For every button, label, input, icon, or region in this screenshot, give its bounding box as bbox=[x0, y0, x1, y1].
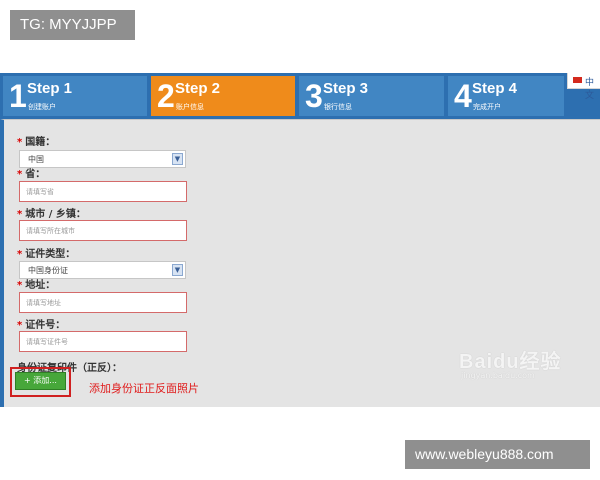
city-input[interactable]: 请填写所在城市 bbox=[19, 220, 187, 241]
id-type-label-text: 证件类型： bbox=[25, 249, 76, 260]
add-file-button[interactable]: + 添加... bbox=[15, 372, 66, 390]
step-2-title: Step 2 bbox=[175, 80, 221, 97]
step-progress-bar: 1 Step 1 创建账户 2 Step 2 账户信息 3 Step 3 银行信… bbox=[0, 73, 600, 119]
province-label-text: 省： bbox=[25, 169, 46, 180]
province-placeholder: 请填写省 bbox=[26, 188, 54, 196]
step-2-number: 2 bbox=[157, 78, 175, 114]
nationality-value: 中国 bbox=[28, 155, 44, 164]
city-label-text: 城市 / 乡镇： bbox=[25, 209, 86, 220]
address-input[interactable]: 请填写地址 bbox=[19, 292, 187, 313]
language-switch[interactable]: 中文 bbox=[567, 73, 600, 101]
baidu-watermark: Baidu经验 jingyan.baidu.com bbox=[459, 345, 569, 385]
id-number-input[interactable]: 请填写证件号 bbox=[19, 331, 187, 352]
nationality-select[interactable]: 中国 ▼ bbox=[19, 150, 186, 168]
step-1-title: Step 1 bbox=[27, 80, 73, 97]
province-label: * 省： bbox=[17, 169, 45, 181]
required-mark: * bbox=[17, 320, 23, 331]
step-4-number: 4 bbox=[454, 78, 472, 114]
nationality-label-text: 国籍： bbox=[25, 137, 56, 148]
nationality-label: * 国籍： bbox=[17, 137, 55, 149]
chevron-down-icon[interactable]: ▼ bbox=[172, 153, 183, 165]
step-1-tab[interactable]: 1 Step 1 创建账户 bbox=[3, 76, 147, 116]
plus-icon: + bbox=[24, 376, 31, 385]
step-3-number: 3 bbox=[305, 78, 323, 114]
site-label: www.webleyu888.com bbox=[405, 440, 590, 469]
required-mark: * bbox=[17, 249, 23, 260]
id-type-value: 中国身份证 bbox=[28, 266, 68, 275]
city-placeholder: 请填写所在城市 bbox=[26, 227, 75, 235]
required-mark: * bbox=[17, 280, 23, 291]
id-number-label-text: 证件号： bbox=[25, 320, 66, 331]
id-type-label: * 证件类型： bbox=[17, 249, 75, 261]
required-mark: * bbox=[17, 137, 23, 148]
step-3-title: Step 3 bbox=[323, 80, 369, 97]
step-3-subtitle: 银行信息 bbox=[324, 103, 352, 111]
address-label-text: 地址： bbox=[25, 280, 56, 291]
step-4-tab[interactable]: 4 Step 4 完成开户 bbox=[448, 76, 564, 116]
china-flag-icon bbox=[573, 77, 582, 83]
required-mark: * bbox=[17, 209, 23, 220]
step-2-tab[interactable]: 2 Step 2 账户信息 bbox=[151, 76, 295, 116]
add-file-button-label: 添加... bbox=[33, 376, 57, 385]
step-3-tab[interactable]: 3 Step 3 银行信息 bbox=[299, 76, 444, 116]
step-4-subtitle: 完成开户 bbox=[473, 103, 501, 111]
overlay-tag: TG: MYYJJPP bbox=[10, 10, 135, 40]
address-placeholder: 请填写地址 bbox=[26, 299, 61, 307]
id-number-placeholder: 请填写证件号 bbox=[26, 338, 68, 346]
chevron-down-icon[interactable]: ▼ bbox=[172, 264, 183, 276]
required-mark: * bbox=[17, 169, 23, 180]
watermark-url: jingyan.baidu.com bbox=[461, 371, 535, 380]
province-input[interactable]: 请填写省 bbox=[19, 181, 187, 202]
language-label: 中文 bbox=[585, 78, 595, 101]
step-2-subtitle: 账户信息 bbox=[176, 103, 204, 111]
step-1-subtitle: 创建账户 bbox=[28, 103, 56, 111]
id-type-select[interactable]: 中国身份证 ▼ bbox=[19, 261, 186, 279]
screenshot-root: TG: MYYJJPP 1 Step 1 创建账户 2 Step 2 账户信息 … bbox=[0, 0, 600, 480]
address-label: * 地址： bbox=[17, 280, 55, 292]
step-1-number: 1 bbox=[9, 78, 27, 114]
step-4-title: Step 4 bbox=[472, 80, 518, 97]
annotation-text: 添加身份证正反面照片 bbox=[89, 382, 199, 395]
watermark-logo: Baidu经验 bbox=[459, 351, 562, 373]
